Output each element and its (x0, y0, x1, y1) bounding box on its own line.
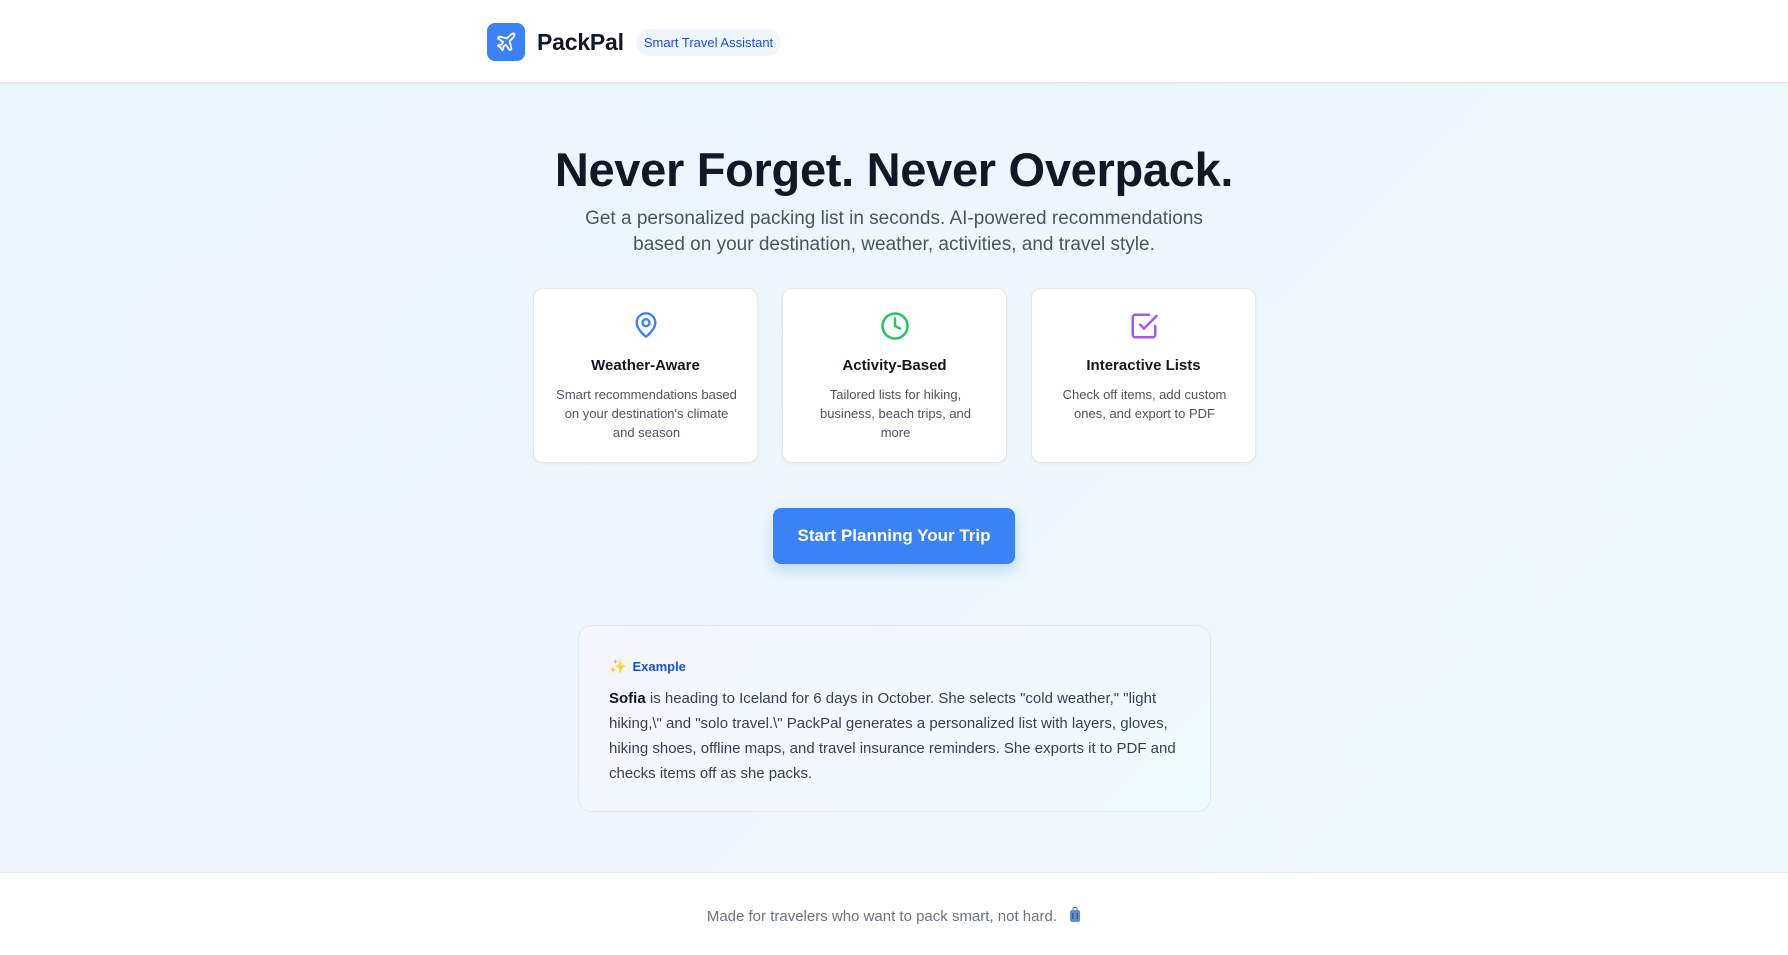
example-text: Sofia is heading to Iceland for 6 days i… (609, 686, 1187, 786)
airplane-icon (487, 23, 525, 61)
footer: Made for travelers who want to pack smar… (0, 872, 1788, 955)
feature-title: Activity-Based (842, 357, 947, 374)
start-planning-button[interactable]: Start Planning Your Trip (773, 508, 1015, 564)
brand-badge: Smart Travel Assistant (635, 28, 782, 56)
check-square-icon (1131, 313, 1158, 339)
feature-description: Smart recommendations based on your dest… (556, 387, 737, 440)
feature-title: Interactive Lists (1086, 357, 1201, 374)
top-header: PackPal Smart Travel Assistant (0, 0, 1788, 83)
hero-title: Never Forget. Never Overpack. (554, 143, 1234, 196)
map-pin-icon (635, 312, 656, 338)
feature-title: Weather-Aware (591, 357, 700, 374)
footer-text: Made for travelers who want to pack smar… (706, 908, 1057, 925)
footer-text-row: Made for travelers who want to pack smar… (0, 907, 1788, 927)
brand[interactable]: PackPal Smart Travel Assistant (487, 23, 782, 61)
feature-card-weather: Weather-Aware Smart recommendations base… (533, 288, 758, 463)
example-body: is heading to Iceland for 6 days in Octo… (609, 690, 1176, 782)
clock-icon (880, 312, 909, 340)
sparkles-icon: ✨ (609, 658, 627, 674)
example-label: ✨ Example (609, 658, 686, 675)
brand-name: PackPal (537, 28, 624, 55)
feature-description: Tailored lists for hiking, business, bea… (819, 387, 972, 440)
feature-description: Check off items, add custom ones, and ex… (1062, 387, 1227, 421)
example-label-text: Example (632, 659, 686, 674)
luggage-icon (1069, 907, 1081, 927)
example-name: Sofia (609, 690, 646, 707)
feature-card-activity: Activity-Based Tailored lists for hiking… (782, 288, 1007, 463)
hero-subtitle: Get a personalized packing list in secon… (585, 208, 1203, 255)
feature-card-interactive: Interactive Lists Check off items, add c… (1031, 288, 1256, 463)
example-box: ✨ Example Sofia is heading to Iceland fo… (578, 625, 1211, 812)
